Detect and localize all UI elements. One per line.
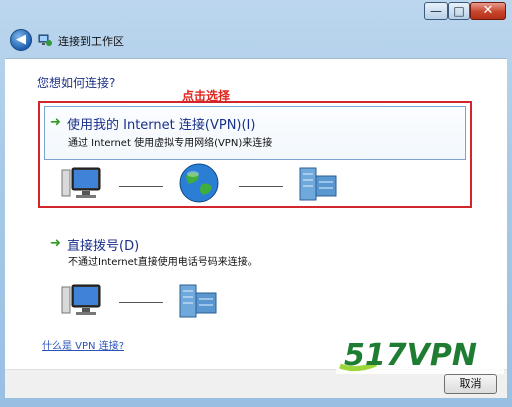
dialog-window: — □ ✕ ◀ 连接到工作区 您想如何连接? 点击选择 ➜ 使用我的 Inter… [0,0,512,407]
minimize-icon: — [430,4,442,18]
back-button[interactable]: ◀ [10,29,32,51]
what-is-vpn-link[interactable]: 什么是 VPN 连接? [42,337,124,352]
maximize-icon: □ [453,4,465,18]
maximize-button[interactable]: □ [448,2,470,20]
option-vpn-title[interactable]: 使用我的 Internet 连接(VPN)(I) [67,114,255,133]
cancel-button[interactable]: 取消 [444,374,497,394]
green-arrow-icon: ➜ [50,236,61,251]
connection-line [239,186,283,187]
network-wizard-icon [38,34,52,46]
option-dialup-description: 不通过Internet直接使用电话号码来连接。 [68,257,258,268]
computer-icon [61,284,101,315]
green-arrow-icon: ➜ [50,115,61,130]
option-dialup-title[interactable]: 直接拨号(D) [67,235,139,254]
server-icon [299,167,337,201]
option-vpn-description: 通过 Internet 使用虚拟专用网络(VPN)来连接 [68,138,273,149]
watermark-text: 517VPN [344,338,477,373]
close-button[interactable]: ✕ [470,2,506,20]
page-heading: 您想如何连接? [37,76,116,90]
minimize-button[interactable]: — [424,2,448,20]
server-icon [179,284,217,318]
navigation-bar: ◀ 连接到工作区 [4,28,508,54]
back-arrow-icon: ◀ [16,32,26,47]
title-bar: — □ ✕ [0,0,512,24]
internet-globe-icon [179,163,219,203]
window-title: 连接到工作区 [58,35,124,48]
517vpn-watermark-logo: 517VPN [336,334,504,374]
computer-icon [61,167,101,198]
connection-line [119,302,163,303]
connection-line [119,186,163,187]
close-icon: ✕ [482,3,494,18]
